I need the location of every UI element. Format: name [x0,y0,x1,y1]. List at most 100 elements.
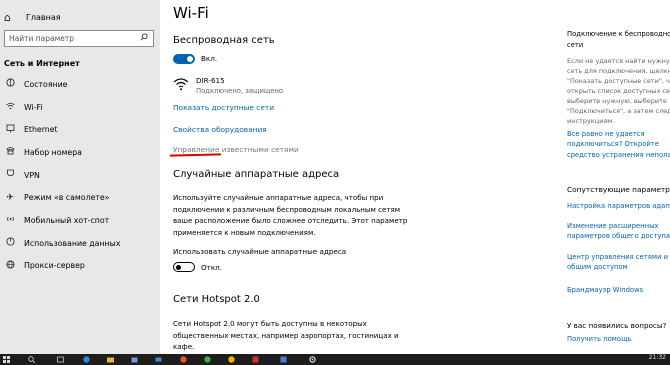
show-networks-link[interactable]: Показать доступные сети [173,103,274,112]
wifi-toggle-label: Вкл. [201,54,218,63]
questions-title: У вас появились вопросы? [567,321,667,330]
sidebar-item-vpn[interactable]: VPN [0,164,160,187]
hotspot-icon [3,214,17,226]
sidebar-item-hotspot[interactable]: Мобильный хот-спот [0,209,160,232]
search-icon[interactable] [28,356,35,363]
troubleshooter-link[interactable]: Все равно не удается подключиться? Откро… [567,129,670,160]
store-icon[interactable] [131,356,138,363]
windows-start-icon[interactable] [3,356,10,363]
sidebar-item-label: Режим «в самолете» [24,193,110,203]
sidebar-item-label: Набор номера [24,147,82,157]
help-line: выберите нужную, выберите [567,97,667,105]
description-line: кафе. [173,342,195,351]
status-icon [3,78,17,90]
wireless-heading: Беспроводная сеть [173,35,275,46]
sidebar-home[interactable]: ⌂ Главная [0,8,160,26]
manage-known-networks-link[interactable]: Управление известными сетями [173,145,299,154]
data-usage-icon [3,237,17,249]
sidebar-section-title: Сеть и Интернет [4,59,80,68]
sidebar-item-label: Мобильный хот-спот [24,215,110,225]
help-title-line: Подключение к беспроводной [567,30,670,38]
link-line: параметров общего доступа [567,232,670,241]
random-address-toggle[interactable] [173,262,195,272]
link-line: Изменение расширенных [567,222,659,230]
related-settings-title: Сопутствующие параметры [567,185,670,194]
help-line: открыть список доступных сетей, [567,87,670,95]
browser-icon[interactable] [180,356,187,363]
sidebar-item-ethernet[interactable]: Ethernet [0,118,160,141]
annotation-underline [169,153,222,157]
app-icon[interactable] [280,356,287,363]
search-input[interactable] [5,31,137,46]
page-title: Wi-Fi [173,4,209,22]
sidebar-item-label: VPN [24,170,40,180]
taskbar: 21:32 [0,354,670,365]
file-explorer-icon[interactable] [107,356,114,363]
description-line: применяется к новым подключениям. [173,227,316,237]
help-title-line: сети [567,40,584,49]
vpn-icon [3,169,17,181]
sidebar-item-label: Прокси-сервер [24,261,85,271]
home-icon: ⌂ [4,10,11,24]
description-line: подключении к различным беспроводным лок… [173,204,401,214]
mail-icon[interactable] [155,356,162,363]
help-title: Подключение к беспроводной сети [567,29,670,50]
hardware-properties-link[interactable]: Свойства оборудования [173,125,267,134]
wifi-signal-icon [173,78,189,91]
app-icon[interactable] [204,356,211,363]
link-line: общим доступом [567,263,628,272]
settings-gear-icon[interactable] [309,356,316,363]
related-link-adapter[interactable]: Настройка параметров адаптера [567,201,670,211]
help-line: "Подключиться", а затем следуйте [567,107,670,115]
sidebar-item-airplane[interactable]: ✈ Режим «в самолете» [0,186,160,209]
task-view-icon[interactable] [57,356,64,363]
sidebar-nav: Состояние Wi-Fi Ethernet Набор номера VP… [0,73,160,277]
search-icon[interactable] [137,33,151,44]
related-link-sharing[interactable]: Изменение расширенных параметров общего … [567,221,670,242]
wifi-icon [3,102,17,113]
hotspot-heading: Сети Hotspot 2.0 [173,294,260,305]
ethernet-icon [3,124,17,136]
sidebar-item-dialup[interactable]: Набор номера [0,141,160,164]
link-line: Центр управления сетями и [567,253,669,261]
random-address-heading: Случайные аппаратные адреса [173,169,340,180]
random-address-toggle-label: Откл. [201,263,223,272]
link-line: средство устранения неполадок [567,150,670,159]
help-line: "Показать доступные сети", чтобы [567,77,670,85]
wifi-toggle[interactable] [173,54,195,64]
sidebar-item-status[interactable]: Состояние [0,73,160,96]
main-content: Wi-Fi Беспроводная сеть Вкл. DIR-615 Под… [160,0,552,354]
clock[interactable]: 21:32 [649,354,666,361]
search-box[interactable] [4,30,154,47]
related-link-network-center[interactable]: Центр управления сетями и общим доступом [567,252,670,273]
link-line: подключиться? Откройте [567,140,659,149]
sidebar-item-label: Использование данных [24,238,121,248]
app-icon[interactable] [228,356,235,363]
link-line: Все равно не удается [567,130,645,138]
right-panel: Подключение к беспроводной сети Если не … [565,0,670,354]
dialup-icon [3,146,17,158]
sidebar-item-label: Ethernet [24,125,58,135]
edge-browser-icon[interactable] [83,356,90,363]
related-link-firewall[interactable]: Брандмауэр Windows [567,285,670,295]
network-status: Подключено, защищено [196,87,284,95]
hotspot-description: Сети Hotspot 2.0 могут быть доступны в н… [173,318,413,353]
help-description: Если не удается найти нужную сеть для по… [567,56,670,126]
random-address-caption: Использовать случайные аппаратные адреса [173,247,347,256]
get-help-link[interactable]: Получить помощь [567,334,670,344]
sidebar-home-label: Главная [26,12,61,22]
toggle-knob [176,264,181,270]
sidebar-item-label: Wi-Fi [24,102,43,112]
description-line: Сети Hotspot 2.0 могут быть доступны в н… [173,319,367,328]
toggle-knob [187,56,193,62]
sidebar-item-label: Состояние [24,79,68,89]
sidebar-item-wifi[interactable]: Wi-Fi [0,96,160,119]
network-name[interactable]: DIR-615 [196,76,225,85]
sidebar-item-data-usage[interactable]: Использование данных [0,232,160,255]
link-line: Настройка параметров адаптера [567,202,670,210]
help-line: инструкциям. [567,117,615,125]
app-icon[interactable] [252,356,259,363]
description-line: ваше расположение было сложнее отследить… [173,216,408,225]
help-line: сеть для подключения, щелкните [567,67,670,75]
sidebar-item-proxy[interactable]: Прокси-сервер [0,255,160,278]
